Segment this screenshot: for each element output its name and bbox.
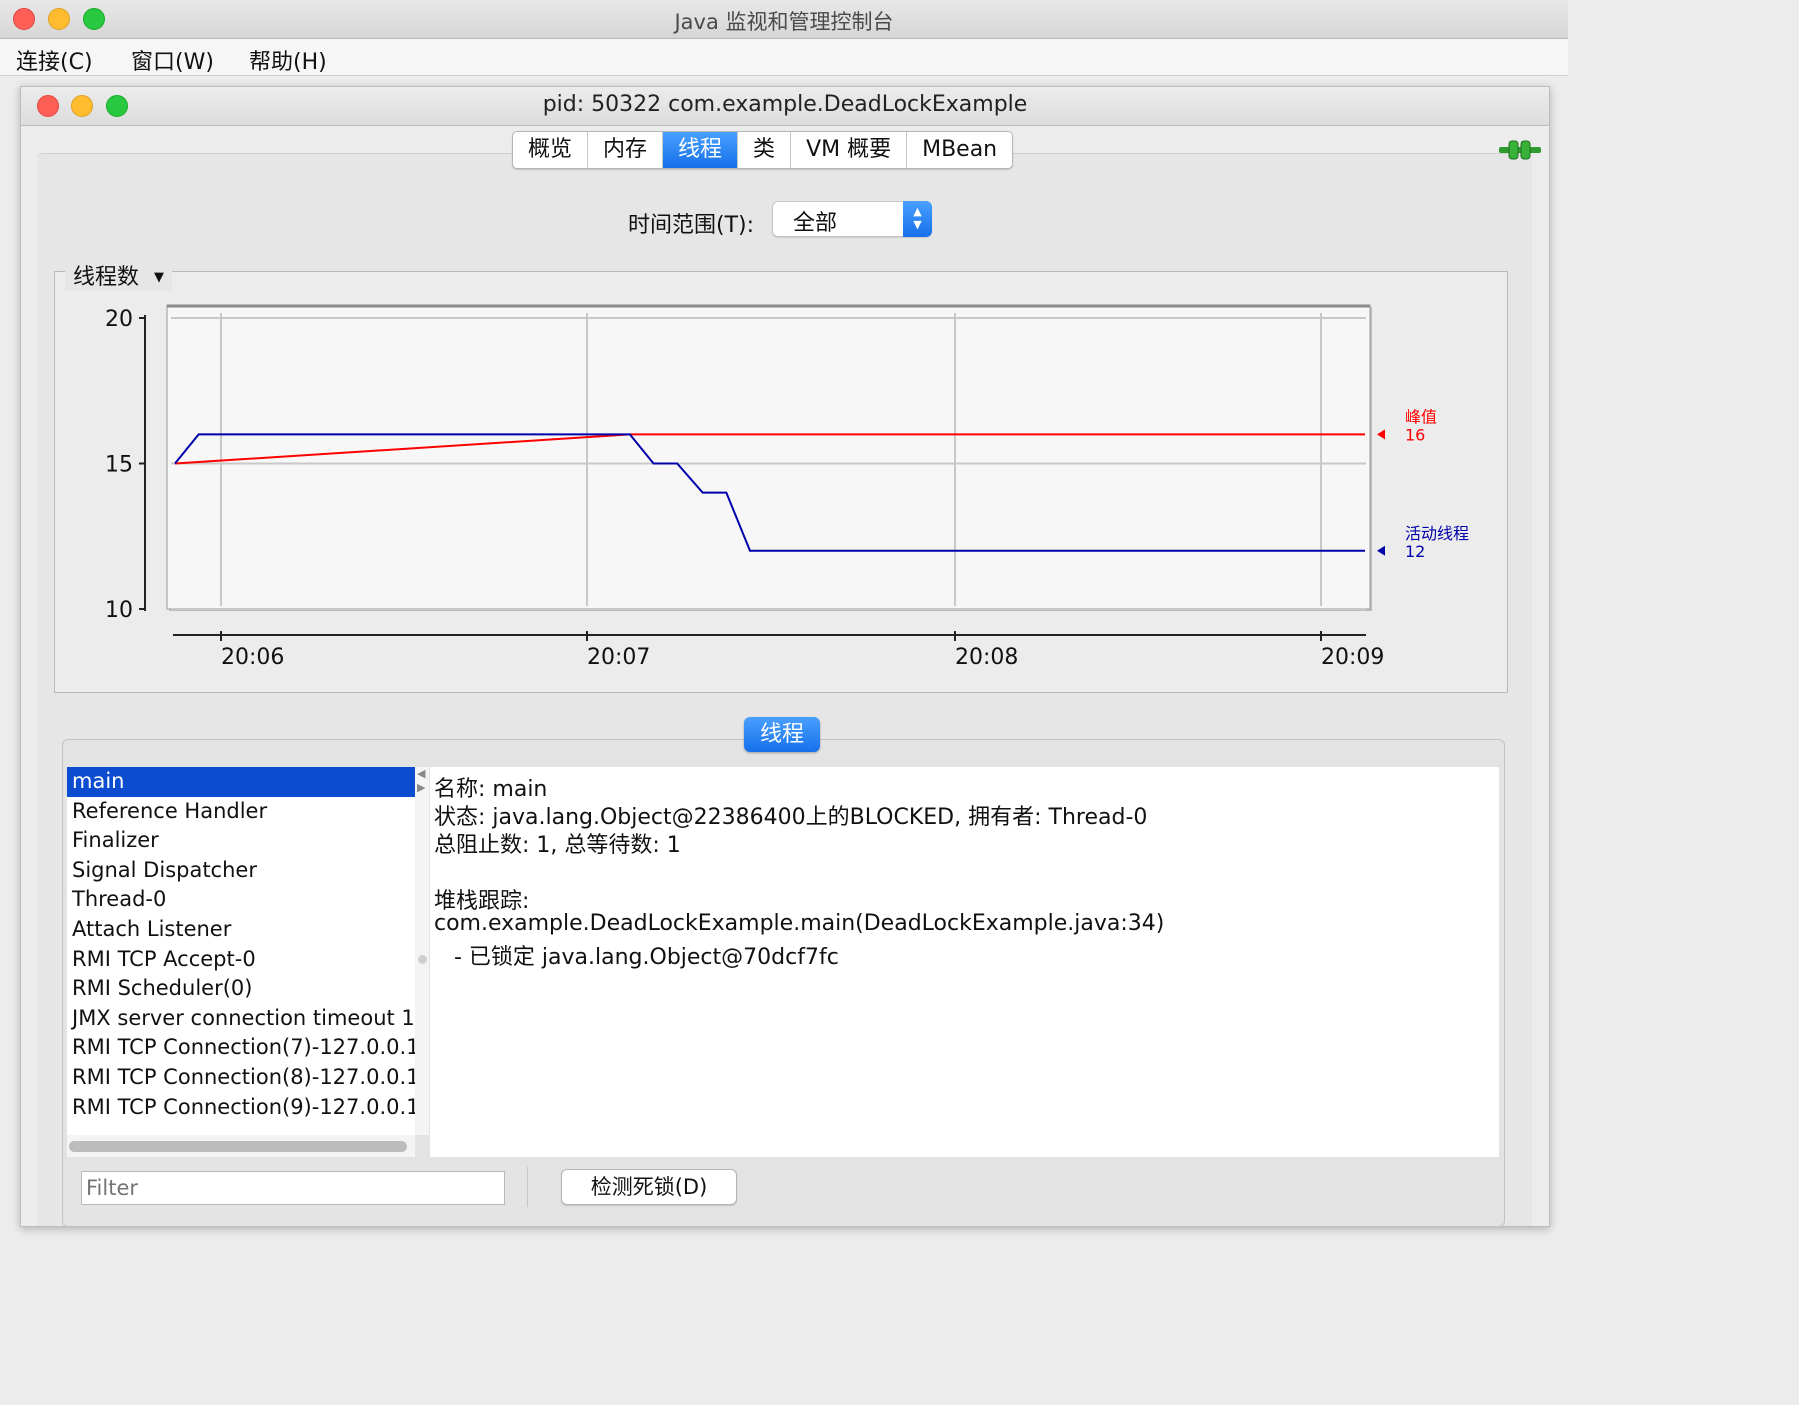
series-value-label: 16: [1405, 425, 1425, 444]
thread-list-item[interactable]: Attach Listener: [67, 915, 415, 945]
x-tick-label: 20:08: [955, 645, 1018, 670]
time-range-select[interactable]: 全部 ▲ ▼: [772, 201, 932, 237]
thread-list-item[interactable]: RMI TCP Connection(7)-127.0.0.1: [67, 1033, 415, 1063]
series-marker-arrow: [1377, 429, 1385, 440]
series-name-label: 活动线程: [1405, 524, 1469, 543]
threads-section-title: 线程: [744, 717, 820, 752]
menu-window[interactable]: 窗口(W): [131, 44, 214, 76]
chart-selector[interactable]: 线程数 ▼: [65, 259, 173, 291]
tab-vm-summary[interactable]: VM 概要: [791, 132, 908, 168]
list-horizontal-scrollbar[interactable]: [67, 1135, 415, 1157]
scroll-left-arrow-icon[interactable]: ◀: [417, 767, 425, 780]
menu-help[interactable]: 帮助(H): [249, 44, 327, 76]
thread-count-chart: 10 15 20 20:06 20:07 20:08 20:09 峰值16 活动线程12: [105, 304, 1469, 670]
x-tick-label: 20:09: [1321, 645, 1384, 670]
series-marker-arrow: [1377, 545, 1385, 556]
chart-title: 线程数: [73, 265, 140, 290]
plot-area: [166, 304, 1371, 610]
tab-threads[interactable]: 线程: [663, 132, 739, 168]
menu-connection[interactable]: 连接(C): [16, 44, 93, 76]
thread-list-item[interactable]: RMI TCP Connection(9)-127.0.0.1: [67, 1093, 415, 1123]
select-arrows-icon: ▲ ▼: [903, 201, 932, 237]
thread-list-item[interactable]: RMI TCP Connection(8)-127.0.0.1: [67, 1063, 415, 1093]
outer-titlebar: Java 监视和管理控制台: [0, 0, 1568, 39]
connection-window: pid: 50322 com.example.DeadLockExample 概…: [20, 86, 1550, 1227]
thread-list-item[interactable]: Reference Handler: [67, 797, 415, 827]
thread-list-item[interactable]: Signal Dispatcher: [67, 856, 415, 886]
inner-window-title: pid: 50322 com.example.DeadLockExample: [542, 92, 1028, 117]
menu-bar: 连接(C) 窗口(W) 帮助(H): [0, 39, 1568, 76]
thread-list-item[interactable]: main: [67, 767, 415, 797]
thread-list-item[interactable]: RMI Scheduler(0): [67, 974, 415, 1004]
x-tick-label: 20:07: [587, 645, 650, 670]
thread-list-item[interactable]: Finalizer: [67, 826, 415, 856]
tab-memory[interactable]: 内存: [588, 132, 664, 168]
series-name-label: 峰值: [1405, 407, 1437, 426]
horizontal-scroll-thumb[interactable]: [69, 1141, 407, 1152]
time-range-selected-value: 全部: [793, 211, 838, 236]
tab-bar: 概览 内存 线程 类 VM 概要 MBean: [512, 131, 1014, 169]
tab-classes[interactable]: 类: [738, 132, 792, 168]
y-tick-label: 15: [105, 453, 133, 478]
inner-titlebar: pid: 50322 com.example.DeadLockExample: [21, 87, 1549, 126]
y-tick-label: 10: [105, 598, 133, 623]
scroll-thumb[interactable]: [418, 955, 427, 964]
chevron-down-icon: ▼: [154, 270, 165, 285]
thread-count-chart-panel: 10 15 20 20:06 20:07 20:08 20:09 峰值 16 活动线程 12: [54, 271, 1508, 693]
toolbar-divider: [527, 1167, 528, 1207]
series-value-label: 12: [1405, 542, 1425, 561]
scroll-right-arrow-icon[interactable]: ▶: [417, 781, 425, 794]
connection-status-icon: [1499, 140, 1541, 160]
time-range-label: 时间范围(T):: [628, 213, 755, 238]
detail-locked: - 已锁定 java.lang.Object@70dcf7fc: [454, 945, 839, 970]
thread-list[interactable]: main Reference Handler Finalizer Signal Dis…: [67, 767, 415, 1135]
filter-input[interactable]: [81, 1171, 505, 1205]
y-tick-label: 20: [105, 307, 133, 332]
detail-stack-frame: com.example.DeadLockExample.main(DeadLoc…: [434, 911, 1165, 936]
detail-counts: 总阻止数: 1, 总等待数: 1: [434, 833, 681, 858]
thread-list-item[interactable]: JMX server connection timeout 17: [67, 1004, 415, 1034]
tab-mbean[interactable]: MBean: [907, 132, 1012, 168]
thread-list-item[interactable]: Thread-0: [67, 885, 415, 915]
thread-detail-panel: 名称: main 状态: java.lang.Object@22386400上的…: [430, 767, 1499, 1157]
outer-window-title: Java 监视和管理控制台: [674, 10, 894, 34]
detect-deadlock-button[interactable]: 检测死锁(D): [561, 1169, 737, 1205]
x-tick-label: 20:06: [221, 645, 284, 670]
thread-list-item[interactable]: RMI TCP Accept-0: [67, 945, 415, 975]
list-vertical-scrollbar[interactable]: ◀ ▶: [415, 767, 429, 1135]
tab-overview[interactable]: 概览: [513, 132, 589, 168]
